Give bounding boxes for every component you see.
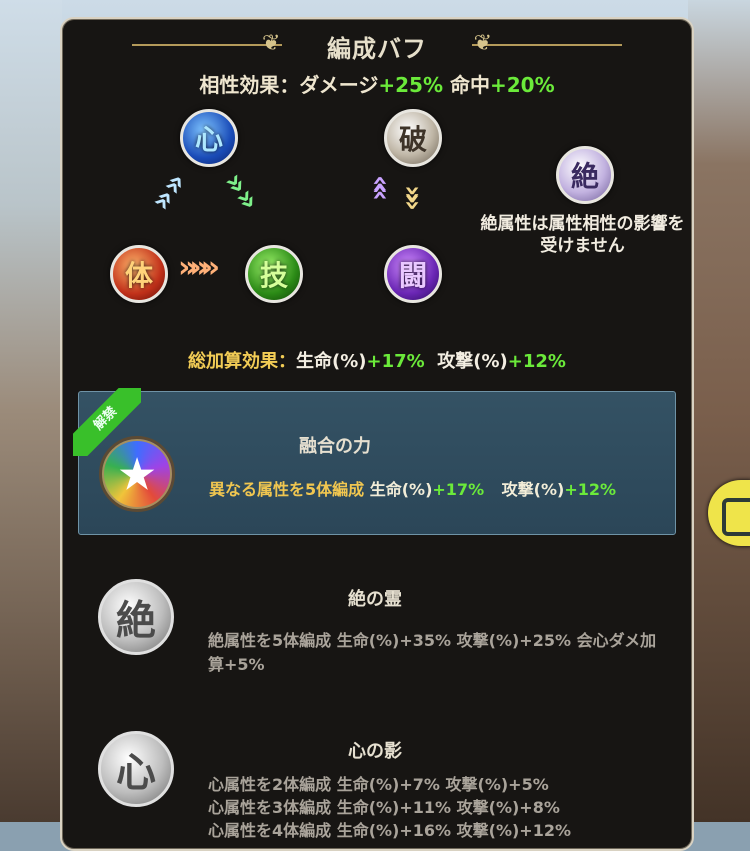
card-description: 絶属性を5体編成 生命(%)+35% 攻撃(%)+25% 会心ダメ加算+5% (208, 631, 657, 674)
tai-attribute-icon: 体 (110, 245, 168, 303)
arrow-green-icon: »» (216, 165, 268, 218)
buff-card-zetsu-spirit[interactable]: 絶 絶の霊 絶属性を5体編成 生命(%)+35% 攻撃(%)+25% 会心ダメ加… (78, 535, 674, 677)
card-atk-value: +12% (564, 480, 617, 499)
panel-header: ❦ ❦ 編成バフ (62, 25, 692, 65)
zetsu-attribute-icon: 絶 (556, 146, 614, 204)
total-hp-value: +17% (366, 351, 425, 372)
to-attribute-icon: 闘 (384, 245, 442, 303)
card-hp-label: 生命(%) (369, 480, 433, 499)
arrow-gold-down-icon: »» (397, 184, 431, 202)
card-condition: 異なる属性を5体編成 (209, 480, 365, 499)
affinity-hit-label: 命中 (443, 73, 490, 97)
card-title: 絶の霊 (348, 589, 402, 610)
card-description: 心属性を2体編成 生命(%)+7% 攻撃(%)+5% 心属性を3体編成 生命(%… (208, 773, 668, 842)
background-left-scene (0, 0, 62, 822)
panel-title: 編成バフ (327, 35, 427, 63)
card-title: 心の影 (348, 741, 402, 762)
total-atk-value: +12% (507, 351, 566, 372)
buff-card-fusion[interactable]: 解禁 ★ 融合の力 異なる属性を5体編成 生命(%)+17% 攻撃(%)+12% (73, 388, 676, 535)
card-description: 異なる属性を5体編成 生命(%)+17% 攻撃(%)+12% (209, 476, 616, 500)
total-label: 総加算効果： (188, 351, 297, 372)
zetsu-note: 絶属性は属性相性の影響を受けません (480, 214, 685, 256)
ha-attribute-icon: 破 (384, 109, 442, 167)
affinity-label: 相性効果：ダメージ (199, 73, 379, 97)
total-hp-label: 生命(%) (296, 351, 367, 372)
condition-line: 心属性を4体編成 生命(%)+16% 攻撃(%)+12% (208, 821, 571, 840)
star-icon: ★ (99, 436, 175, 512)
gi-attribute-icon: 技 (245, 245, 303, 303)
shin-icon: 心 (98, 731, 174, 807)
zetsu-icon: 絶 (98, 579, 174, 655)
card-hp-value: +17% (432, 480, 485, 499)
affinity-damage-value: +25% (378, 73, 444, 97)
affinity-effect: 相性効果：ダメージ+25% 命中+20% (62, 69, 692, 98)
total-effect: 総加算効果：生命(%)+17% 攻撃(%)+12% (62, 347, 692, 373)
card-title: 融合の力 (299, 436, 371, 457)
condition-line: 心属性を3体編成 生命(%)+11% 攻撃(%)+8% (208, 798, 560, 817)
arrow-orange-icon: »»» (178, 250, 220, 285)
shin-attribute-icon: 心 (180, 109, 238, 167)
buff-card-shin-shadow[interactable]: 心 心の影 心属性を2体編成 生命(%)+7% 攻撃(%)+5% 心属性を3体編… (78, 687, 674, 840)
card-atk-label: 攻撃(%) (501, 480, 565, 499)
total-atk-label: 攻撃(%) (437, 351, 508, 372)
arrow-purple-up-icon: »» (362, 184, 396, 202)
arrow-blue-icon: »» (143, 165, 195, 218)
background-right-scene (688, 0, 750, 822)
formation-buff-panel: ❦ ❦ 編成バフ 相性効果：ダメージ+25% 命中+20% 心 体 技 破 闘 … (60, 17, 694, 851)
condition-line: 心属性を2体編成 生命(%)+7% 攻撃(%)+5% (208, 775, 549, 794)
affinity-hit-value: +20% (489, 73, 555, 97)
